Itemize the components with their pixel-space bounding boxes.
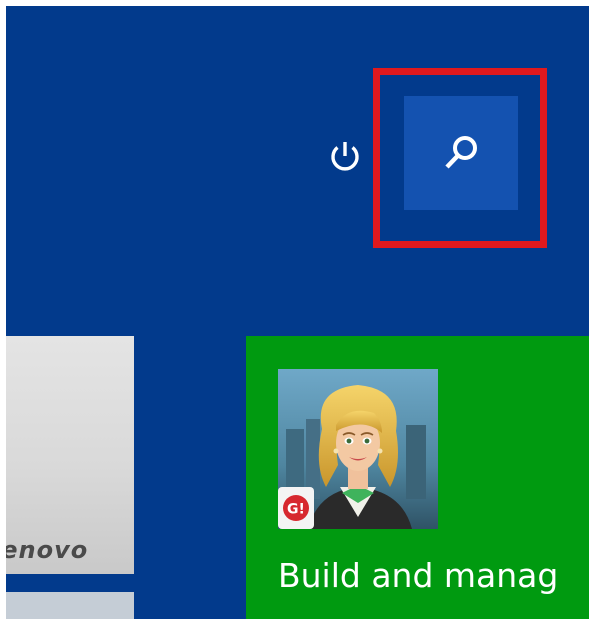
tile-partial[interactable]	[6, 592, 134, 619]
game-character-image: G!	[278, 369, 438, 529]
power-button[interactable]	[324, 136, 366, 178]
lenovo-tile[interactable]: lenovo	[6, 336, 134, 574]
power-icon	[331, 142, 359, 171]
search-highlight-box	[373, 68, 547, 248]
app-badge: G!	[287, 502, 305, 518]
app-tile-image: G!	[278, 369, 438, 529]
app-tile[interactable]: G! Build and manag	[246, 336, 589, 619]
lenovo-logo: lenovo	[6, 536, 89, 564]
app-tile-label: Build and manag	[278, 556, 559, 595]
start-screen: lenovo	[6, 6, 589, 619]
